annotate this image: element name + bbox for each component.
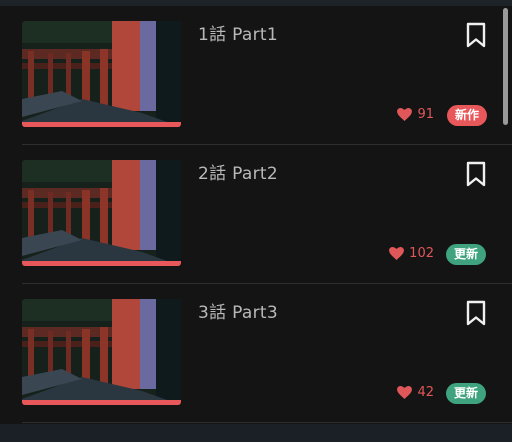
divider: [22, 422, 512, 423]
bookmark-icon[interactable]: [464, 22, 488, 48]
heart-icon: [397, 108, 413, 121]
episode-title: 1話 Part1: [198, 25, 278, 45]
episode-item[interactable]: 2話 Part2 102 更新: [0, 145, 512, 284]
like-count: 102: [389, 246, 434, 261]
watch-progress-bar: [22, 261, 181, 266]
episode-thumbnail: [22, 21, 181, 127]
episode-thumbnail: [22, 299, 181, 405]
status-badge: 更新: [446, 244, 487, 265]
episode-title: 3話 Part3: [198, 303, 278, 323]
bottom-bar: [0, 424, 512, 442]
status-badge: 更新: [446, 383, 487, 404]
watch-progress-bar: [22, 122, 181, 127]
like-count-value: 42: [417, 385, 434, 400]
status-badge: 新作: [447, 105, 488, 126]
heart-icon: [397, 386, 413, 399]
watch-progress-bar: [22, 400, 181, 405]
heart-icon: [389, 247, 405, 260]
episode-item[interactable]: 1話 Part1 91 新作: [0, 6, 512, 145]
episode-list: 1話 Part1 91 新作 2話 Part2 102 更新 3話 Part3 …: [0, 6, 512, 423]
episode-title: 2話 Part2: [198, 164, 278, 184]
bookmark-icon[interactable]: [464, 161, 488, 187]
bookmark-icon[interactable]: [464, 300, 488, 326]
like-count-value: 91: [417, 107, 434, 122]
episode-thumbnail: [22, 160, 181, 266]
like-count-value: 102: [409, 246, 434, 261]
scrollbar[interactable]: [503, 8, 508, 125]
like-count: 42: [397, 385, 434, 400]
like-count: 91: [397, 107, 434, 122]
episode-item[interactable]: 3話 Part3 42 更新: [0, 284, 512, 423]
